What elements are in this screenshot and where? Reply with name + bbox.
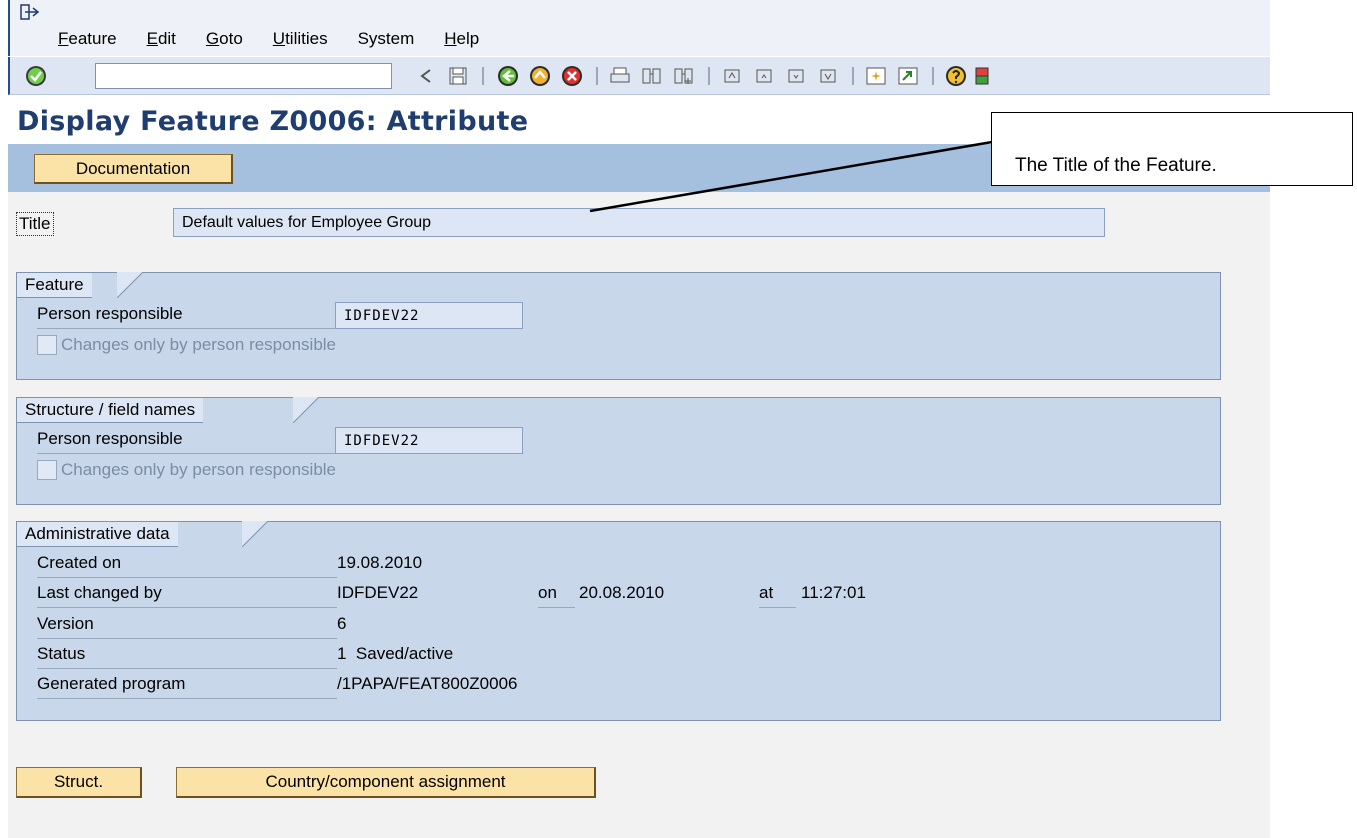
menu-help[interactable]: Help [444,29,479,49]
standard-toolbar [8,57,1270,95]
last-changed-value: IDFDEV22 [337,583,419,602]
title-field[interactable]: Default values for Employee Group [173,208,1105,237]
feature-person-value: IDFDEV22 [344,307,420,324]
find-next-icon[interactable] [672,64,696,88]
callout-box: The Title of the Feature. [991,112,1353,186]
structure-person-field[interactable]: IDFDEV22 [335,427,523,454]
back-arrow-icon[interactable] [414,64,438,88]
menu-edit[interactable]: Edit [147,29,176,49]
menu-label: System [357,29,415,48]
new-session-icon[interactable] [864,64,888,88]
menu-label: eature [68,29,117,48]
generated-program-label: Generated program [37,674,337,699]
feature-group: Feature Person responsible IDFDEV22 Chan… [16,272,1221,380]
group-tab-slope-icon [293,397,319,423]
documentation-button-label: Documentation [75,158,191,178]
save-icon[interactable] [446,64,470,88]
feature-person-field[interactable]: IDFDEV22 [335,302,523,329]
documentation-button[interactable]: Documentation [34,154,233,184]
status-label: Status [37,644,337,669]
title-field-value: Default values for Employee Group [182,213,432,231]
command-field[interactable] [95,63,467,89]
menu-items: Feature Edit Goto Utilities System Help [58,29,509,49]
menu-goto[interactable]: Goto [206,29,243,49]
group-tab-slope-icon [242,521,268,547]
feature-changes-checkbox[interactable] [37,335,57,355]
version-label: Version [37,614,337,639]
menu-mnemonic: H [444,29,457,48]
exit-icon[interactable] [528,64,552,88]
feature-changes-checkbox-label: Changes only by person responsible [61,335,337,354]
page-title: Display Feature Z0006: Attribute [17,106,529,137]
structure-group-heading: Structure / field names [16,397,204,423]
feature-person-label: Person responsible [37,304,337,329]
next-page-icon[interactable] [784,64,808,88]
changed-at-label: at [759,583,796,608]
last-page-icon[interactable] [816,64,840,88]
struct-button[interactable]: Struct. [16,767,142,798]
cancel-icon[interactable] [560,64,584,88]
admin-group: Administrative data Created on 19.08.201… [16,521,1221,721]
callout-text: The Title of the Feature. [1015,155,1217,176]
print-icon[interactable] [608,64,632,88]
version-value: 6 [337,614,347,633]
menu-system[interactable]: System [358,29,415,49]
struct-button-label: Struct. [53,772,104,791]
previous-page-icon[interactable] [752,64,776,88]
menu-label: oto [219,29,243,48]
structure-group: Structure / field names Person responsib… [16,397,1221,505]
menu-mnemonic: U [272,29,286,48]
status-value: 1 Saved/active [337,644,454,663]
menu-feature[interactable]: Feature [58,29,117,49]
last-changed-label: Last changed by [37,583,337,608]
menu-mnemonic: E [146,29,158,48]
structure-person-value: IDFDEV22 [344,432,420,449]
shortcut-icon[interactable] [896,64,920,88]
help-icon[interactable] [944,64,968,88]
structure-changes-checkbox-row: Changes only by person responsible [37,460,336,480]
menu-label: dit [157,29,176,48]
menu-label: elp [456,29,480,48]
menu-mnemonic: F [58,29,69,48]
structure-person-label: Person responsible [37,429,337,454]
menu-bar: Feature Edit Goto Utilities System Help [8,0,1270,56]
country-component-assignment-button-label: Country/component assignment [265,772,506,791]
back-icon[interactable] [496,64,520,88]
menu-utilities[interactable]: Utilities [273,29,328,49]
changed-on-label: on [538,583,575,608]
feature-group-heading: Feature [16,272,92,298]
title-label: Title [16,212,54,236]
feature-changes-checkbox-row: Changes only by person responsible [37,335,336,355]
changed-at-value: 11:27:01 [801,583,866,602]
first-page-icon[interactable] [720,64,744,88]
changed-on-value: 20.08.2010 [579,583,665,602]
find-icon[interactable] [640,64,664,88]
generated-program-value: /1PAPA/FEAT800Z0006 [337,674,518,693]
structure-changes-checkbox-label: Changes only by person responsible [61,460,337,479]
admin-group-heading: Administrative data [16,521,178,547]
created-on-label: Created on [37,553,337,578]
menu-exit-icon[interactable] [20,4,40,20]
structure-changes-checkbox[interactable] [37,460,57,480]
country-component-assignment-button[interactable]: Country/component assignment [176,767,596,798]
created-on-value: 19.08.2010 [337,553,423,572]
group-tab-slope-icon [117,272,143,298]
layout-menu-icon[interactable] [970,64,994,88]
menu-mnemonic: G [205,29,220,48]
enter-check-icon[interactable] [24,64,48,88]
menu-label: tilities [285,29,328,48]
main-content: Title Default values for Employee Group … [8,192,1270,838]
